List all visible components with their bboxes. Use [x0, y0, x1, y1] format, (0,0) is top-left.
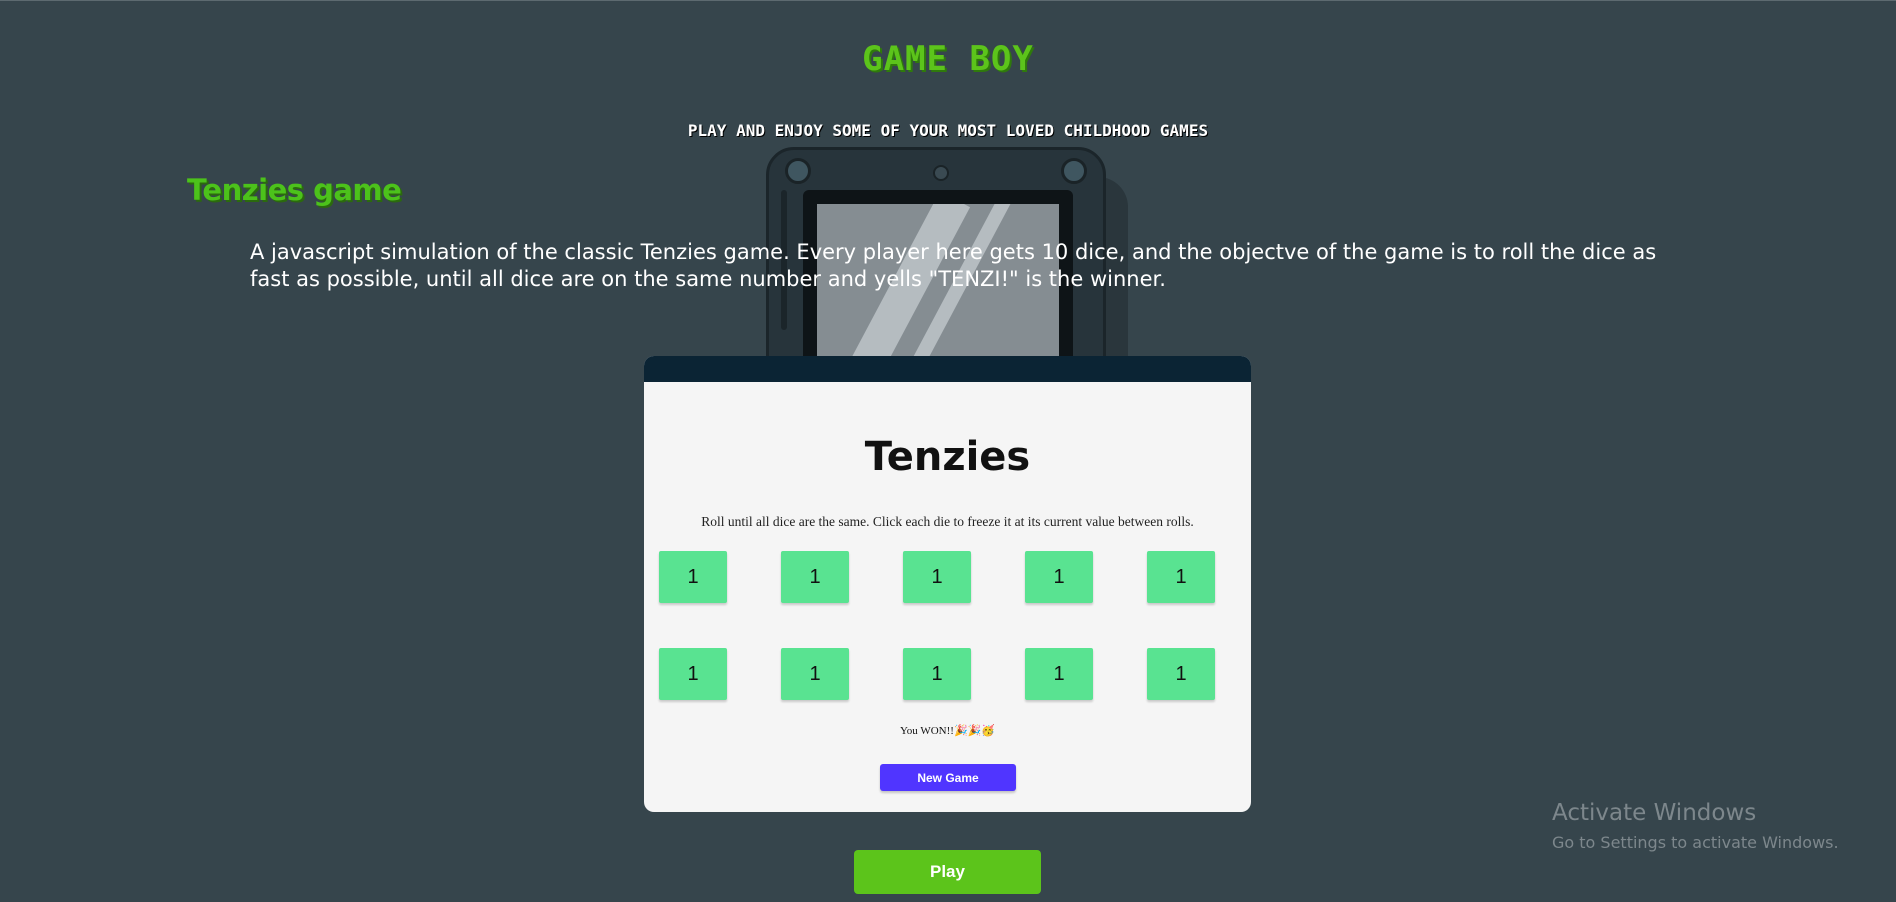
die[interactable]: 1 [1147, 551, 1215, 603]
die[interactable]: 1 [1025, 648, 1093, 700]
game-section-title: Tenzies game [187, 173, 402, 207]
die[interactable]: 1 [1025, 551, 1093, 603]
die[interactable]: 1 [781, 648, 849, 700]
site-subtitle: PLAY AND ENJOY SOME OF YOUR MOST LOVED C… [687, 121, 1209, 140]
play-button[interactable]: Play [854, 850, 1041, 894]
new-game-button[interactable]: New Game [880, 764, 1016, 791]
game-description: A javascript simulation of the classic T… [250, 240, 1657, 291]
die[interactable]: 1 [903, 551, 971, 603]
die[interactable]: 1 [659, 551, 727, 603]
tenzies-game-frame: Tenzies Roll until all dice are the same… [644, 356, 1251, 812]
die[interactable]: 1 [1147, 648, 1215, 700]
party-emoji-icon: 🎉🎉🥳 [953, 725, 996, 737]
page-root: GAME BOY PLAY AND ENJOY SOME OF YOUR MOS… [0, 0, 1896, 902]
gameboy-screw-right [1061, 158, 1087, 184]
dice-grid: 1 1 1 1 1 1 1 1 1 1 [659, 551, 1239, 700]
die[interactable]: 1 [659, 648, 727, 700]
gameboy-screw-left [785, 158, 811, 184]
win-text: You WON!! [899, 725, 954, 737]
die[interactable]: 1 [781, 551, 849, 603]
site-title: GAME BOY [862, 39, 1034, 79]
tenzies-heading: Tenzies [864, 434, 1031, 480]
activate-windows-subtitle: Go to Settings to activate Windows. [1552, 833, 1839, 852]
die[interactable]: 1 [903, 648, 971, 700]
tenzies-instructions: Roll until all dice are the same. Click … [701, 514, 1194, 529]
gameboy-led [933, 165, 949, 181]
game-frame-top-bar [644, 356, 1251, 382]
activate-windows-title: Activate Windows [1552, 800, 1757, 826]
win-message: You WON!!🎉🎉🥳 [644, 724, 1251, 737]
